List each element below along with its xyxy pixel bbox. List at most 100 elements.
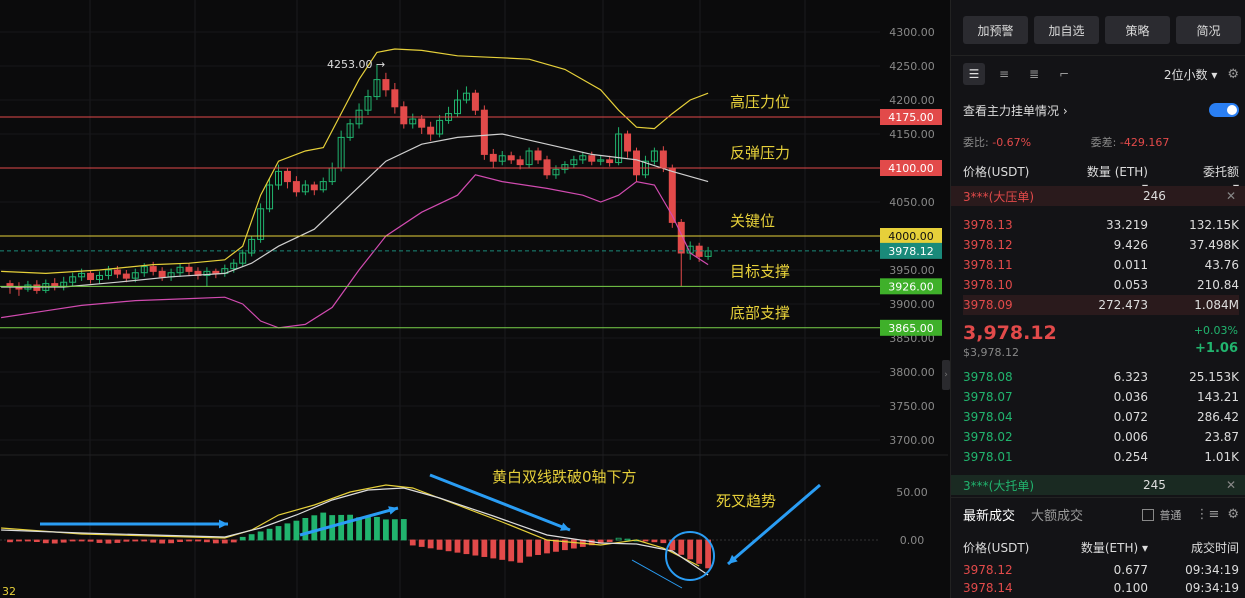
- macd-histogram-bar: [517, 539, 524, 563]
- macd-histogram-bar: [186, 539, 192, 542]
- last-price-usd: $3,978.12: [963, 346, 1019, 359]
- candle-body: [292, 181, 300, 193]
- kline-chart[interactable]: 4300.00 4250.00 4200.00 4150.00 4050.00 3950.…: [0, 0, 948, 598]
- big-bid-order[interactable]: 3***(大托单) 245 ✕: [951, 475, 1245, 495]
- macd-histogram-bar: [16, 539, 22, 542]
- checkbox-icon[interactable]: [1142, 508, 1155, 521]
- macd-histogram-bar: [553, 539, 559, 552]
- big-ask-count: 246: [1143, 189, 1166, 203]
- bid-row[interactable]: 3978.02 0.006 23.87: [963, 427, 1239, 447]
- filter-icon[interactable]: ⋮≡: [1195, 507, 1219, 522]
- row-price: 3978.08: [963, 370, 1013, 384]
- price-change-percent: +0.03%: [1193, 324, 1238, 337]
- macd-histogram-bar: [159, 539, 166, 544]
- macd-histogram-bar: [347, 514, 354, 541]
- row-qty: 0.053: [1113, 278, 1148, 292]
- row-qty: 0.006: [1113, 430, 1148, 444]
- macd-histogram-bar: [544, 539, 550, 554]
- panel-collapse-handle[interactable]: ›: [942, 360, 950, 390]
- add-alert-button[interactable]: 加预警: [963, 16, 1028, 44]
- view-both-icon[interactable]: ☰: [963, 63, 985, 85]
- price-axis-label: 3750.00: [889, 400, 935, 413]
- bid-row[interactable]: 3978.01 0.254 1.01K: [963, 447, 1239, 467]
- price-axis-label: 4150.00: [889, 128, 935, 141]
- row-qty: 6.323: [1113, 370, 1148, 384]
- gear-icon[interactable]: ⚙: [1227, 507, 1239, 522]
- row-qty: 0.254: [1113, 450, 1148, 464]
- candle-body: [283, 170, 291, 183]
- price-tag-label: 3865.00: [888, 322, 934, 335]
- gear-icon[interactable]: ⚙: [1227, 67, 1239, 82]
- tab-latest-trades[interactable]: 最新成交: [963, 505, 1015, 524]
- view-asks-icon[interactable]: ≣: [1023, 63, 1045, 85]
- big-ask-order[interactable]: 3***(大压单) 246 ✕: [951, 186, 1245, 206]
- decimal-select[interactable]: 2位小数 ▾: [1164, 66, 1217, 83]
- ask-row[interactable]: 3978.11 0.011 43.76: [963, 255, 1239, 275]
- price-axis-label: 3800.00: [889, 366, 935, 379]
- ask-row[interactable]: 3978.09 272.473 1.084M: [963, 295, 1239, 315]
- macd-histogram-bar: [526, 539, 532, 557]
- chart-canvas[interactable]: 4300.00 4250.00 4200.00 4150.00 4050.00 3950.…: [0, 0, 948, 598]
- row-total: 09:34:19: [1185, 563, 1239, 577]
- macd-histogram-bar: [60, 539, 67, 543]
- price-axis-label: 4300.00: [889, 26, 935, 39]
- price-axis-label: 4200.00: [889, 94, 935, 107]
- orderbook-view-row: ☰ ≡ ≣ ⌐ 2位小数 ▾ ⚙: [963, 62, 1239, 86]
- macd-histogram-bar: [195, 539, 201, 542]
- price-tag-label: 4100.00: [888, 162, 934, 175]
- candle-body: [400, 106, 408, 125]
- add-watchlist-button[interactable]: 加自选: [1034, 16, 1099, 44]
- macd-histogram-bar: [499, 539, 506, 560]
- trade-row[interactable]: 3978.14 0.100 09:34:19: [963, 579, 1239, 597]
- main-orders-toggle[interactable]: [1209, 103, 1239, 117]
- row-price: 3978.13: [963, 218, 1013, 232]
- row-price: 3978.01: [963, 450, 1013, 464]
- strategy-button[interactable]: 策略: [1105, 16, 1170, 44]
- macd-histogram-bar: [615, 537, 622, 541]
- row-price: 3978.04: [963, 410, 1013, 424]
- macd-histogram-bar: [42, 539, 49, 544]
- macd-histogram-bar: [7, 539, 13, 543]
- row-qty: 0.011: [1113, 258, 1148, 272]
- macd-histogram-bar: [481, 539, 488, 557]
- macd-histogram-bar: [248, 534, 255, 541]
- ask-row[interactable]: 3978.13 33.219 132.15K: [963, 215, 1239, 235]
- close-icon[interactable]: ✕: [1226, 478, 1236, 492]
- macd-histogram-bar: [78, 539, 85, 542]
- macd-histogram-bar: [24, 539, 31, 542]
- candle-body: [659, 150, 667, 169]
- macd-histogram-bar: [33, 539, 40, 543]
- top-cut-strip: [963, 0, 1233, 6]
- row-total: 43.76: [1204, 258, 1239, 272]
- bid-row[interactable]: 3978.04 0.072 286.42: [963, 407, 1239, 427]
- ask-row[interactable]: 3978.12 9.426 37.498K: [963, 235, 1239, 255]
- price-tag-label: 3926.00: [888, 280, 934, 293]
- candle-body: [633, 150, 640, 176]
- trades-header-qty[interactable]: 数量(ETH) ▾: [1063, 539, 1148, 556]
- view-depth-icon[interactable]: ⌐: [1053, 63, 1075, 85]
- tab-large-trades[interactable]: 大额成交: [1031, 505, 1083, 524]
- normal-checkbox[interactable]: 普通: [1142, 507, 1181, 523]
- macd-histogram-bar: [365, 517, 371, 541]
- last-price: 3,978.12: [963, 322, 1057, 344]
- view-bids-icon[interactable]: ≡: [993, 63, 1015, 85]
- level-annotation: 高压力位: [730, 93, 790, 111]
- level-annotation: 反弹压力: [730, 144, 790, 162]
- macd-histogram-bar: [150, 539, 157, 543]
- bid-row[interactable]: 3978.08 6.323 25.153K: [963, 367, 1239, 387]
- candle-body: [543, 159, 551, 176]
- row-total: 1.01K: [1204, 450, 1239, 464]
- macd-histogram-bar: [177, 539, 183, 542]
- ask-row[interactable]: 3978.10 0.053 210.84: [963, 275, 1239, 295]
- candle-body: [122, 273, 130, 279]
- bid-row[interactable]: 3978.07 0.036 143.21: [963, 387, 1239, 407]
- overview-button[interactable]: 简况: [1176, 16, 1241, 44]
- macd-histogram-bar: [445, 539, 452, 552]
- close-icon[interactable]: ✕: [1226, 189, 1236, 203]
- macd-histogram-bar: [427, 539, 434, 549]
- trade-row[interactable]: 3978.12 0.677 09:34:19: [963, 561, 1239, 579]
- action-buttons: 加预警 加自选 策略 简况: [963, 16, 1241, 44]
- macd-dea-line: [1, 487, 709, 576]
- candle-body: [158, 270, 166, 278]
- candle-body: [418, 118, 426, 128]
